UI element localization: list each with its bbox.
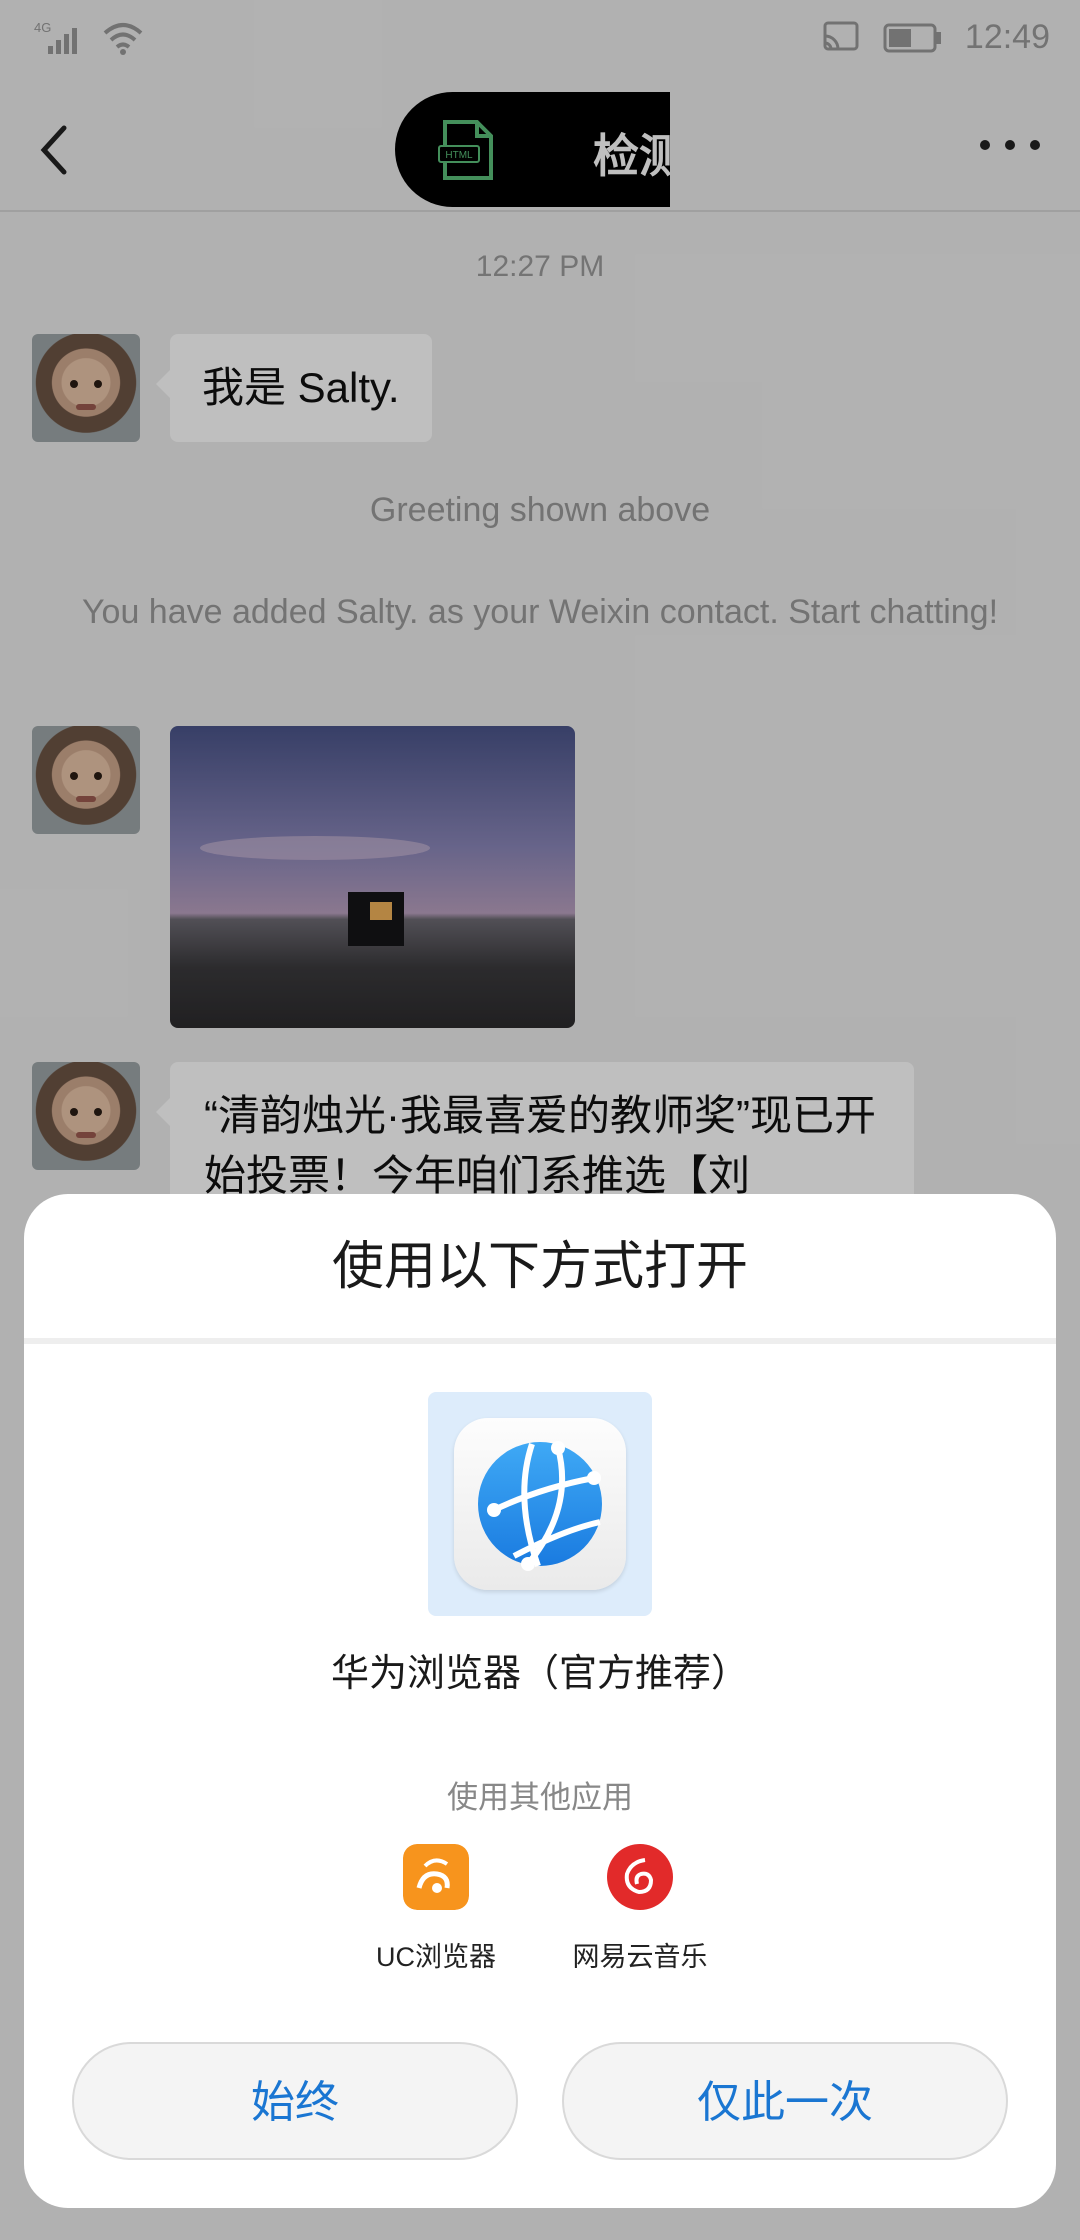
- sheet-divider: [24, 1338, 1056, 1344]
- recommended-app-option[interactable]: [428, 1392, 652, 1616]
- other-app-uc-browser[interactable]: UC浏览器: [336, 1844, 536, 1974]
- uc-browser-icon: [403, 1844, 469, 1910]
- globe-icon: [478, 1441, 602, 1571]
- just-once-button[interactable]: 仅此一次: [562, 2042, 1008, 2160]
- other-apps-label: 使用其他应用: [447, 1780, 633, 1815]
- open-with-sheet: 使用以下方式打开 华为浏览器（官方推荐） 使用其他应用 UC浏览器 网易云音乐 …: [24, 1194, 1056, 2208]
- other-app-label: 网易云音乐: [572, 1942, 708, 1972]
- other-app-label: UC浏览器: [376, 1942, 496, 1972]
- sheet-title: 使用以下方式打开: [331, 1238, 748, 1296]
- netease-music-icon: [607, 1844, 673, 1910]
- other-app-netease-music[interactable]: 网易云音乐: [540, 1844, 740, 1974]
- recommended-app-name: 华为浏览器（官方推荐）: [330, 1653, 749, 1695]
- always-button[interactable]: 始终: [72, 2042, 518, 2160]
- app-icon-background: [454, 1418, 626, 1590]
